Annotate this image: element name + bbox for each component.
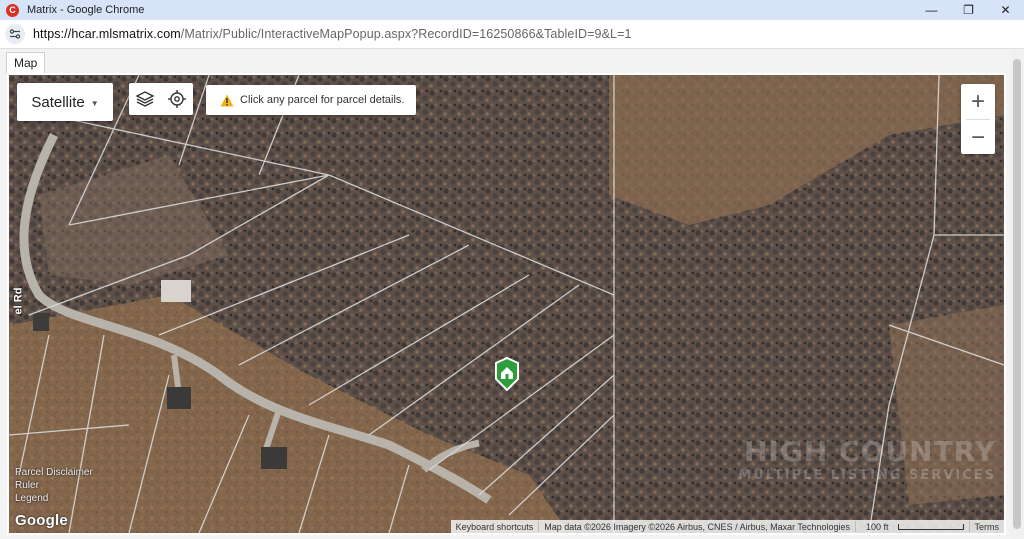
site-info-icon[interactable] — [5, 24, 25, 44]
scale-indicator[interactable]: 100 ft — [856, 522, 969, 532]
map-type-dropdown[interactable]: Satellite ▼ — [17, 83, 113, 121]
home-marker-icon — [495, 356, 519, 392]
close-button[interactable]: ✕ — [987, 0, 1024, 20]
map-left-links: Parcel Disclaimer Ruler Legend — [15, 466, 93, 505]
map-toolbox — [129, 83, 193, 115]
watermark-line-1: HIGH COUNTRY — [744, 435, 996, 468]
minimize-button[interactable]: — — [913, 0, 950, 20]
ruler-link[interactable]: Ruler — [15, 479, 93, 492]
map-attribution: Keyboard shortcuts Map data ©2026 Imager… — [450, 520, 1005, 533]
google-logo: Google — [15, 512, 68, 529]
notice-text: Click any parcel for parcel details. — [240, 94, 405, 106]
zoom-control: + − — [961, 84, 995, 154]
locate-button[interactable] — [161, 83, 193, 115]
map-type-label: Satellite — [31, 93, 85, 111]
zoom-out-button[interactable]: − — [961, 120, 995, 155]
scale-label: 100 ft — [865, 521, 889, 532]
scrollbar-thumb[interactable] — [1013, 59, 1021, 529]
chevron-down-icon: ▼ — [90, 98, 99, 108]
warning-icon — [220, 94, 234, 107]
window-titlebar: C Matrix - Google Chrome — ❐ ✕ — [0, 0, 1024, 20]
layers-button[interactable] — [129, 83, 161, 115]
listing-marker[interactable] — [493, 356, 521, 392]
window-controls: — ❐ ✕ — [913, 0, 1024, 20]
url-text[interactable]: https://hcar.mlsmatrix.com/Matrix/Public… — [33, 27, 632, 41]
legend-link[interactable]: Legend — [15, 492, 93, 505]
parcel-notice: Click any parcel for parcel details. — [206, 85, 417, 115]
map-canvas[interactable]: el Rd HIGH COUNTRY MULTIPLE LISTING SERV… — [7, 73, 1006, 535]
keyboard-shortcuts-link[interactable]: Keyboard shortcuts — [451, 522, 539, 532]
page-scrollbar[interactable] — [1010, 49, 1024, 539]
scale-bar — [897, 524, 964, 531]
zoom-in-button[interactable]: + — [961, 84, 995, 119]
url-host: https://hcar.mlsmatrix.com — [33, 27, 181, 41]
address-bar[interactable]: https://hcar.mlsmatrix.com/Matrix/Public… — [0, 20, 1024, 49]
parcel-disclaimer-link[interactable]: Parcel Disclaimer — [15, 466, 93, 479]
url-path: /Matrix/Public/InteractiveMapPopup.aspx?… — [180, 27, 632, 41]
tab-strip: Map — [0, 49, 1024, 73]
window-title: Matrix - Google Chrome — [27, 4, 145, 16]
tab-map[interactable]: Map — [6, 52, 46, 73]
watermark-line-2: MULTIPLE LISTING SERVICES — [738, 468, 996, 483]
road-label: el Rd — [12, 287, 25, 315]
terms-link[interactable]: Terms — [970, 522, 1005, 532]
restore-button[interactable]: ❐ — [950, 0, 987, 20]
mls-watermark: HIGH COUNTRY MULTIPLE LISTING SERVICES — [738, 435, 996, 483]
layers-icon — [135, 91, 155, 107]
crosshair-locate-icon — [168, 90, 186, 108]
map-data-text: Map data ©2026 Imagery ©2026 Airbus, CNE… — [544, 521, 850, 532]
chrome-app-icon: C — [6, 3, 19, 17]
